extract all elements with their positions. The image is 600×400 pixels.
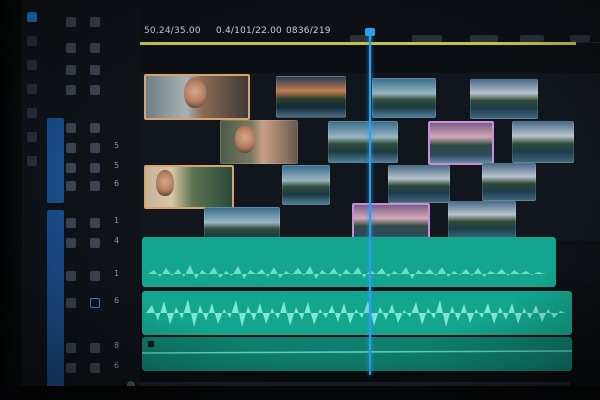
track-header-row: 6 xyxy=(44,295,140,311)
audio-waveform xyxy=(146,299,566,327)
monitor-bezel xyxy=(0,0,22,400)
audio-clip[interactable] xyxy=(142,337,572,371)
waveform-path xyxy=(146,299,566,327)
video-clip[interactable] xyxy=(276,76,346,118)
track-header-row: 1 xyxy=(44,268,140,284)
eye-icon[interactable] xyxy=(90,238,100,248)
home-icon[interactable] xyxy=(27,12,37,22)
track-header-row: 6 xyxy=(44,178,140,194)
track-header-row xyxy=(44,40,140,56)
video-clip[interactable] xyxy=(220,120,298,164)
person-icon[interactable] xyxy=(66,85,76,95)
tool-rail xyxy=(22,0,45,400)
video-clip[interactable] xyxy=(282,165,330,205)
audio-clip[interactable] xyxy=(142,237,556,287)
editor-screen: 5 5 6 1 4 1 6 8 6 50.24/35.00 0.4/101/22… xyxy=(0,0,600,400)
eye-icon[interactable] xyxy=(90,298,100,308)
effects-icon[interactable] xyxy=(27,84,37,94)
ruler-marker xyxy=(470,35,498,42)
audio-waveform xyxy=(142,341,572,354)
eye-icon[interactable] xyxy=(90,181,100,191)
monitor-bezel-bottom xyxy=(0,386,600,400)
audio-keyframe[interactable] xyxy=(148,341,154,347)
lock-icon[interactable] xyxy=(66,123,76,133)
video-clip[interactable] xyxy=(328,121,398,163)
lock-icon[interactable] xyxy=(66,163,76,173)
track-header-row: 8 xyxy=(44,340,140,356)
eye-icon[interactable] xyxy=(90,143,100,153)
video-clip[interactable] xyxy=(144,165,234,209)
video-clip[interactable] xyxy=(144,74,250,120)
ruler-marker xyxy=(520,35,544,42)
eye-icon[interactable] xyxy=(90,218,100,228)
track-header-row: 6 xyxy=(44,360,140,376)
lock-icon[interactable] xyxy=(66,298,76,308)
playhead[interactable] xyxy=(369,30,371,375)
lock-icon[interactable] xyxy=(66,238,76,248)
audio-waveform xyxy=(148,265,546,279)
video-clip[interactable] xyxy=(482,163,536,201)
lock-icon[interactable] xyxy=(66,363,76,373)
phone-icon[interactable] xyxy=(66,17,76,27)
track-header-row: 4 xyxy=(44,235,140,251)
lock-icon[interactable] xyxy=(66,343,76,353)
folder-icon[interactable] xyxy=(27,60,37,70)
timecode-label: 50.24/35.00 xyxy=(144,26,201,36)
lock-icon[interactable] xyxy=(66,143,76,153)
eye-icon[interactable] xyxy=(90,163,100,173)
lock-icon[interactable] xyxy=(66,218,76,228)
video-clip[interactable] xyxy=(512,121,574,163)
timecode-label: 0836/219 xyxy=(286,26,331,36)
video-clip[interactable] xyxy=(428,121,494,165)
ruler-marker xyxy=(570,35,590,42)
track-header-row: 5 xyxy=(44,140,140,156)
timecode-label: 0.4/101/22.00 xyxy=(216,26,282,36)
export-icon[interactable] xyxy=(27,156,37,166)
eye-icon[interactable] xyxy=(90,363,100,373)
track-header-row: 5 xyxy=(44,160,140,176)
eye-icon[interactable] xyxy=(90,17,100,27)
track-header-row: 1 xyxy=(44,215,140,231)
audio-clip[interactable] xyxy=(142,291,572,335)
video-clip[interactable] xyxy=(388,165,450,203)
ruler-marker xyxy=(412,35,442,42)
audio-volume-line xyxy=(142,350,572,354)
video-clip[interactable] xyxy=(372,78,436,118)
track-header-row xyxy=(44,14,140,30)
eye-icon[interactable] xyxy=(90,343,100,353)
eye-icon[interactable] xyxy=(90,43,100,53)
video-clip[interactable] xyxy=(448,201,516,239)
track-header-row xyxy=(44,120,140,136)
eye-icon[interactable] xyxy=(90,123,100,133)
waveform-path xyxy=(148,265,546,279)
color-icon[interactable] xyxy=(27,132,37,142)
eye-icon[interactable] xyxy=(90,85,100,95)
audio-icon[interactable] xyxy=(27,108,37,118)
lock-icon[interactable] xyxy=(66,181,76,191)
eye-icon[interactable] xyxy=(90,271,100,281)
eye-icon[interactable] xyxy=(90,65,100,75)
grid-icon[interactable] xyxy=(66,43,76,53)
lock-icon[interactable] xyxy=(66,271,76,281)
lock-icon[interactable] xyxy=(66,65,76,75)
video-clip[interactable] xyxy=(470,79,538,119)
track-header-row xyxy=(44,62,140,78)
track-header-row xyxy=(44,82,140,98)
media-icon[interactable] xyxy=(27,36,37,46)
